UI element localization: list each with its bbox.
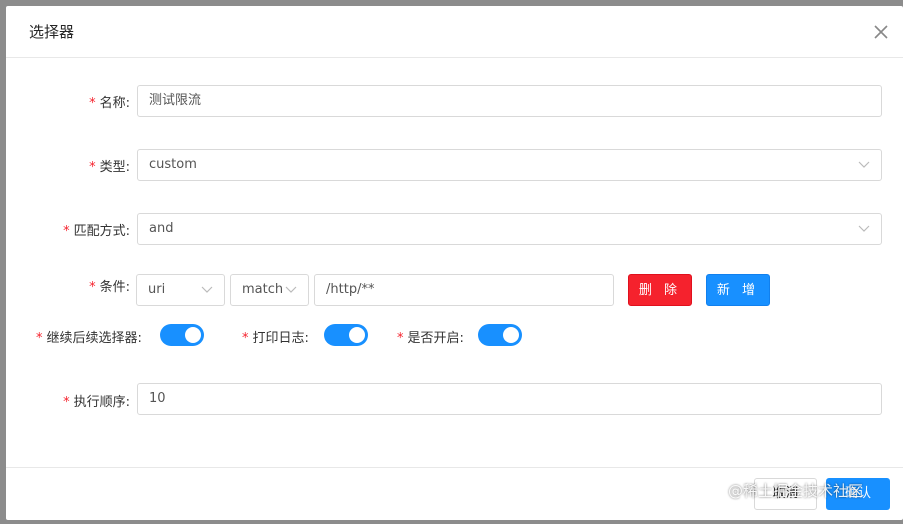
chevron-down-icon (201, 286, 213, 293)
condition-operator-value: match (242, 282, 284, 297)
chevron-down-icon (858, 161, 870, 168)
cancel-button[interactable]: 取消 (754, 478, 817, 510)
chevron-down-icon (858, 225, 870, 232)
continued-label-text: 继续后续选择器: (46, 331, 142, 346)
chevron-down-icon (285, 286, 297, 293)
switch-knob (349, 327, 365, 343)
required-mark: * (63, 395, 70, 410)
condition-label-text: 条件: (99, 280, 130, 295)
type-select-value: custom (149, 157, 197, 172)
ok-button[interactable]: 确认 (826, 478, 890, 510)
add-condition-button[interactable]: 新 增 (706, 274, 770, 306)
modal-title: 选择器 (29, 23, 75, 41)
close-icon[interactable] (869, 20, 893, 44)
match-mode-label: * 匹配方式: (36, 220, 130, 239)
sort-label-text: 执行顺序: (73, 395, 130, 410)
required-mark: * (63, 224, 70, 239)
enabled-label: * 是否开启: (397, 327, 464, 346)
continued-switch[interactable] (160, 324, 204, 346)
required-mark: * (397, 331, 404, 346)
condition-param-type-select[interactable]: uri (136, 274, 225, 306)
condition-label: * 条件: (66, 276, 130, 295)
enabled-label-text: 是否开启: (407, 331, 464, 346)
type-label-text: 类型: (99, 160, 130, 175)
required-mark: * (89, 96, 96, 111)
switch-knob (503, 327, 519, 343)
modal-header: 选择器 (6, 6, 903, 58)
selector-modal: 选择器 * 名称: 测试限流 * 类型: custom * 匹配方式: and * 条件… (6, 6, 903, 520)
modal-footer: 取消 确认 (6, 467, 903, 520)
required-mark: * (36, 331, 43, 346)
logged-switch[interactable] (324, 324, 368, 346)
type-label: * 类型: (66, 156, 130, 175)
logged-label: * 打印日志: (242, 327, 309, 346)
match-mode-select[interactable]: and (137, 213, 882, 245)
name-label: * 名称: (66, 92, 130, 111)
type-select[interactable]: custom (137, 149, 882, 181)
sort-input[interactable]: 10 (137, 383, 882, 415)
required-mark: * (89, 160, 96, 175)
name-input[interactable]: 测试限流 (137, 85, 882, 117)
continued-label: * 继续后续选择器: (36, 327, 142, 346)
required-mark: * (242, 331, 249, 346)
condition-param-type-value: uri (148, 282, 166, 297)
match-mode-select-value: and (149, 221, 174, 236)
condition-operator-select[interactable]: match (230, 274, 309, 306)
required-mark: * (89, 280, 96, 295)
enabled-switch[interactable] (478, 324, 522, 346)
match-mode-label-text: 匹配方式: (73, 224, 130, 239)
switch-knob (185, 327, 201, 343)
name-label-text: 名称: (99, 96, 130, 111)
logged-label-text: 打印日志: (252, 331, 309, 346)
sort-label: * 执行顺序: (36, 391, 130, 410)
condition-value-input[interactable]: /http/** (314, 274, 614, 306)
delete-condition-button[interactable]: 删 除 (628, 274, 692, 306)
